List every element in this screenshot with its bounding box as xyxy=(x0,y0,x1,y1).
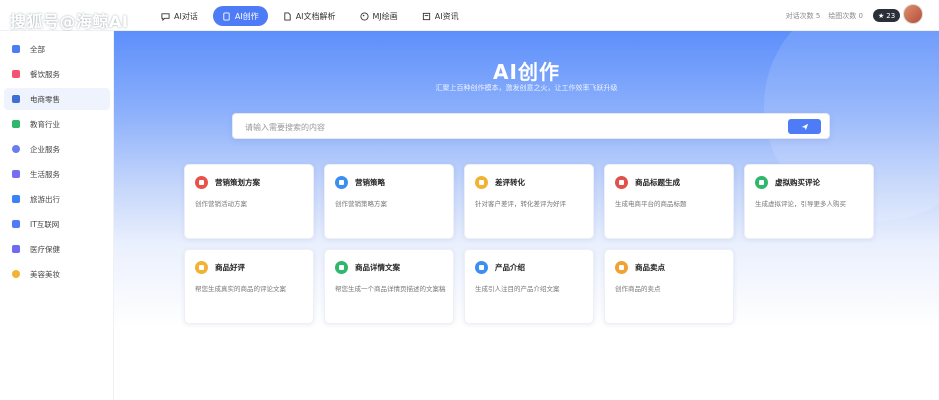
sidebar-item-label: 生活服务 xyxy=(30,169,60,179)
sidebar-item-medical[interactable]: 医疗保健 xyxy=(4,238,110,260)
smile-icon xyxy=(195,261,208,274)
card-desc: 生成虚拟评论，引导更多人购买 xyxy=(755,200,846,208)
card-desc: 创作商品的卖点 xyxy=(615,285,661,293)
lightbulb-icon xyxy=(195,176,208,189)
nav-label: AI文档解析 xyxy=(295,11,336,21)
template-card-selling-points[interactable]: 商品卖点 创作商品的卖点 xyxy=(604,249,734,324)
card-title: 产品介绍 xyxy=(495,263,525,272)
nav-label: AI对话 xyxy=(174,11,198,21)
sidebar-item-label: 旅游出行 xyxy=(30,194,60,204)
card-desc: 创作营销策略方案 xyxy=(335,200,387,208)
card-desc: 生成电商平台的商品标题 xyxy=(615,200,687,208)
nav-ai-chat[interactable]: AI对话 xyxy=(152,6,207,26)
nav-ai-create[interactable]: AI创作 xyxy=(212,6,268,26)
sidebar-item-label: 电商零售 xyxy=(30,94,60,104)
building-icon xyxy=(12,145,20,153)
card-title: 商品标题生成 xyxy=(635,178,680,187)
sidebar-item-label: 餐饮服务 xyxy=(30,69,60,79)
comment-icon xyxy=(755,176,768,189)
card-desc: 帮您生成真实的商品的评论文案 xyxy=(195,285,286,293)
points-value: 23 xyxy=(886,11,896,20)
category-sidebar: 全部 餐饮服务 电商零售 教育行业 企业服务 生活服务 旅游出行 IT互联网 医… xyxy=(0,31,114,400)
template-card-product-title[interactable]: 商品标题生成 生成电商平台的商品标题 xyxy=(604,164,734,239)
nav-label: MJ绘画 xyxy=(372,11,398,21)
avatar[interactable] xyxy=(903,4,923,24)
frown-icon xyxy=(475,176,488,189)
page-subtitle: 汇聚上百种创作模本，激发创意之火，让工作效率飞跃升级 xyxy=(435,84,618,92)
card-title: 商品详情文案 xyxy=(355,263,400,272)
document-icon xyxy=(284,11,291,21)
nav-ai-doc[interactable]: AI文档解析 xyxy=(274,6,345,26)
template-card-marketing-strategy[interactable]: 营销策略 创作营销策略方案 xyxy=(324,164,454,239)
brush-icon xyxy=(12,170,20,178)
sidebar-item-label: 美容美妆 xyxy=(30,269,60,279)
card-title: 虚拟购买评论 xyxy=(775,178,820,187)
thumbs-up-icon xyxy=(615,261,628,274)
sidebar-item-education[interactable]: 教育行业 xyxy=(4,113,110,135)
card-title: 营销策划方案 xyxy=(215,178,260,187)
sidebar-item-beauty[interactable]: 美容美妆 xyxy=(4,263,110,285)
book-icon xyxy=(12,120,20,128)
card-desc: 帮您生成一个商品详情页描述的文案稿 xyxy=(335,285,446,293)
page-title: AI创作 xyxy=(493,60,560,84)
search-input[interactable] xyxy=(243,119,763,135)
create-pad-icon xyxy=(223,11,230,21)
list-icon xyxy=(335,261,348,274)
draw-count: 绘图次数 0 xyxy=(828,12,863,20)
shop-icon xyxy=(12,95,20,103)
card-desc: 生成引人注目的产品介绍文案 xyxy=(475,285,560,293)
medical-icon xyxy=(12,245,20,253)
sidebar-item-label: 全部 xyxy=(30,44,45,54)
template-card-review-convert[interactable]: 差评转化 针对客户差评，转化差评为好评 xyxy=(464,164,594,239)
nav-mj-draw[interactable]: MJ绘画 xyxy=(351,6,407,26)
sidebar-item-enterprise[interactable]: 企业服务 xyxy=(4,138,110,160)
sidebar-item-label: IT互联网 xyxy=(30,219,60,229)
sidebar-item-label: 教育行业 xyxy=(30,119,60,129)
card-title: 商品卖点 xyxy=(635,263,665,272)
smile-icon xyxy=(12,270,20,278)
grid-icon xyxy=(12,45,20,53)
top-bar: 搜狐号@海鲸AI AI对话 AI创作 AI文档解析 MJ绘画 AI资讯 对话次数… xyxy=(0,0,939,31)
search-button[interactable] xyxy=(788,119,821,134)
star-icon: ★ xyxy=(878,11,885,20)
search-box xyxy=(232,113,830,139)
card-desc: 创作营销活动方案 xyxy=(195,200,247,208)
nav-label: AI资讯 xyxy=(434,11,459,21)
sidebar-item-life[interactable]: 生活服务 xyxy=(4,163,110,185)
send-icon xyxy=(801,123,808,130)
nav-label: AI创作 xyxy=(234,11,259,21)
template-card-marketing-plan[interactable]: 营销策划方案 创作营销活动方案 xyxy=(184,164,314,239)
sidebar-item-label: 医疗保健 xyxy=(30,244,60,254)
template-card-good-review[interactable]: 商品好评 帮您生成真实的商品的评论文案 xyxy=(184,249,314,324)
plane-icon xyxy=(12,195,20,203)
template-card-detail-copy[interactable]: 商品详情文案 帮您生成一个商品详情页描述的文案稿 xyxy=(324,249,454,324)
server-icon xyxy=(12,220,20,228)
main-content: AI创作 汇聚上百种创作模本，激发创意之火，让工作效率飞跃升级 营销策划方案 创… xyxy=(114,31,939,400)
sidebar-item-label: 企业服务 xyxy=(30,144,60,154)
sidebar-item-ecommerce[interactable]: 电商零售 xyxy=(4,88,110,110)
news-icon xyxy=(422,12,430,20)
watermark: 搜狐号@海鲸AI xyxy=(10,12,129,31)
points-badge[interactable]: ★ 23 xyxy=(873,9,901,22)
sidebar-item-travel[interactable]: 旅游出行 xyxy=(4,188,110,210)
chat-bubble-icon xyxy=(161,12,170,21)
palette-icon xyxy=(359,11,369,21)
food-icon xyxy=(12,70,20,78)
store-icon xyxy=(615,176,628,189)
card-desc: 针对客户差评，转化差评为好评 xyxy=(475,200,566,208)
usage-counts: 对话次数 5 绘图次数 0 xyxy=(786,11,863,21)
card-title: 营销策略 xyxy=(355,178,385,187)
card-title: 商品好评 xyxy=(215,263,245,272)
template-card-virtual-review[interactable]: 虚拟购买评论 生成虚拟评论，引导更多人购买 xyxy=(744,164,874,239)
template-card-product-intro[interactable]: 产品介绍 生成引人注目的产品介绍文案 xyxy=(464,249,594,324)
chat-count: 对话次数 5 xyxy=(785,12,821,20)
nav-ai-news[interactable]: AI资讯 xyxy=(413,6,468,26)
sidebar-item-all[interactable]: 全部 xyxy=(4,38,110,60)
location-icon xyxy=(335,176,348,189)
main-nav: AI对话 AI创作 AI文档解析 MJ绘画 AI资讯 xyxy=(152,6,468,26)
sidebar-item-catering[interactable]: 餐饮服务 xyxy=(4,63,110,85)
document-icon xyxy=(475,261,488,274)
sidebar-item-it[interactable]: IT互联网 xyxy=(4,213,110,235)
card-title: 差评转化 xyxy=(495,178,525,187)
